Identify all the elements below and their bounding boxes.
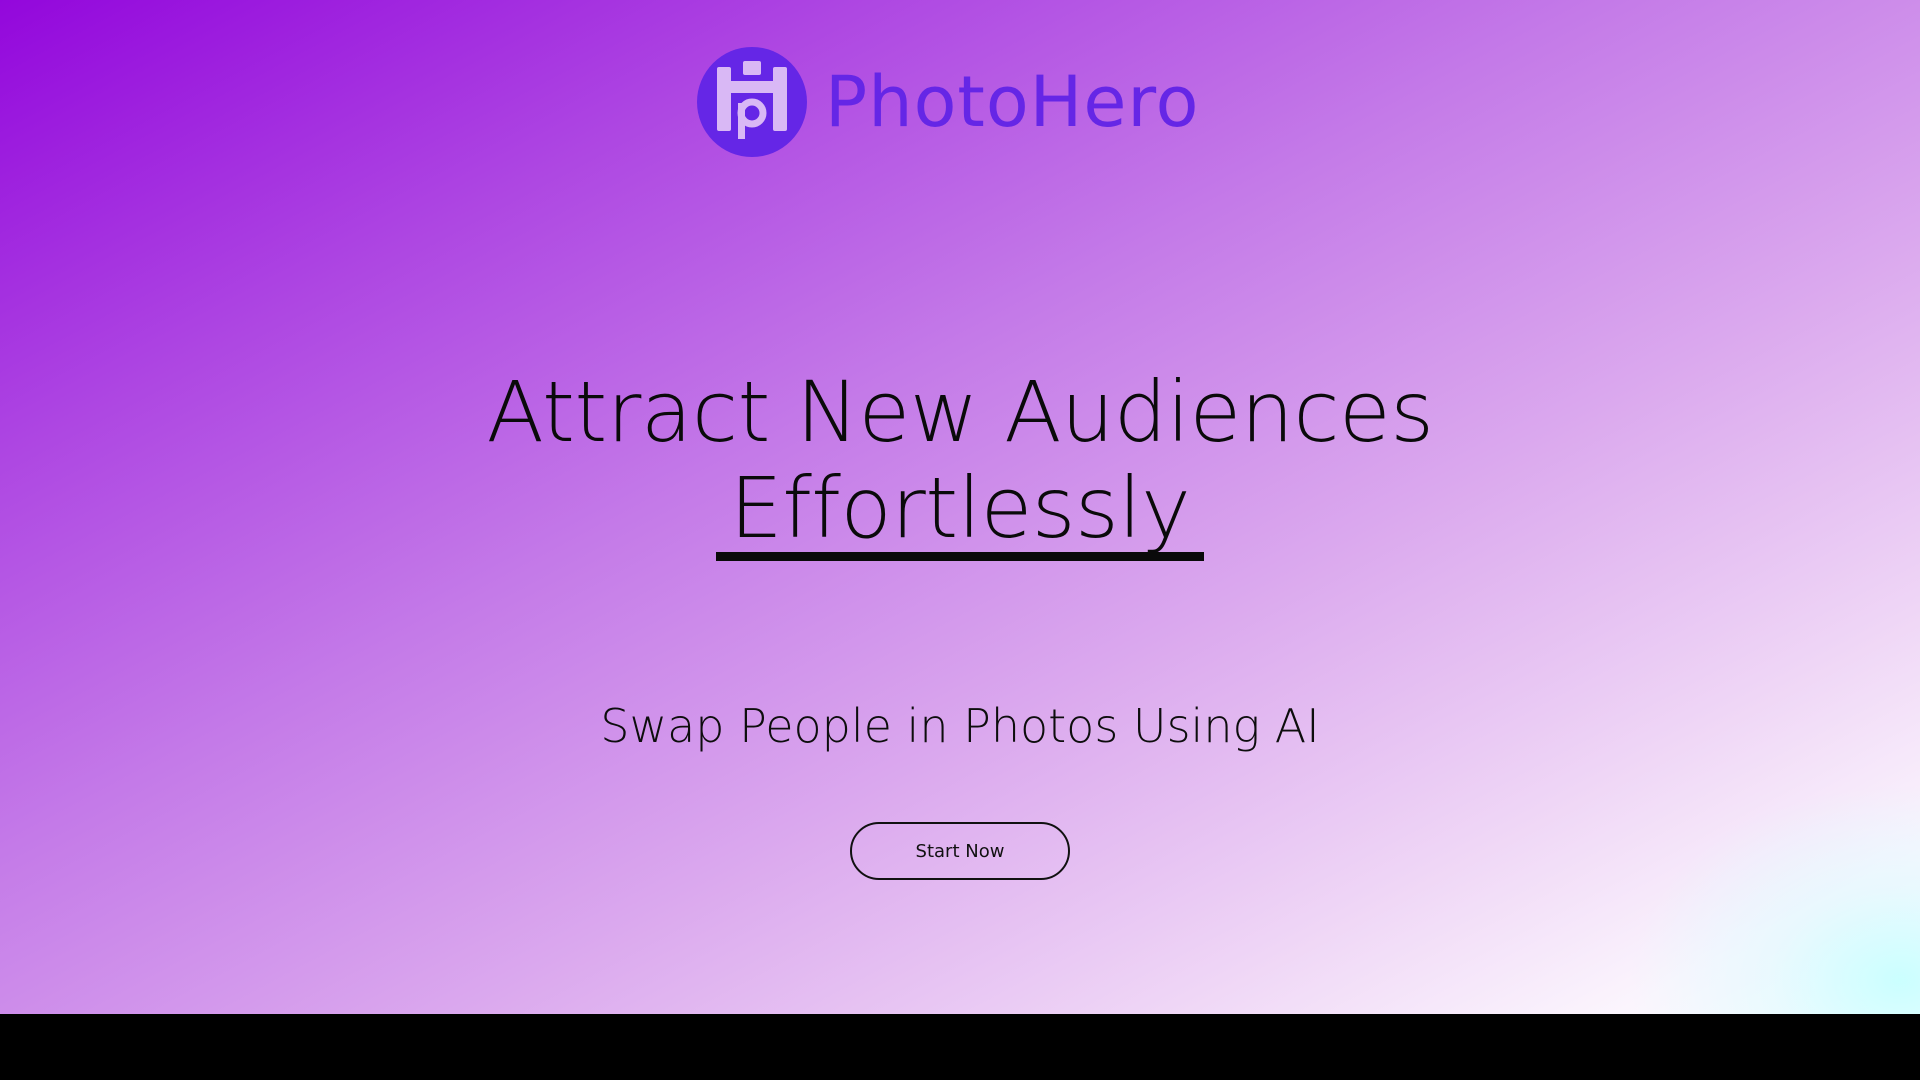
hero-headline: Attract New Audiences Effortlessly <box>0 364 1920 561</box>
headline-line-1: Attract New Audiences <box>486 363 1434 461</box>
headline-line-2: Effortlessly <box>715 464 1205 561</box>
brand-logo[interactable]: PhotoHero <box>697 47 1199 157</box>
brand-name: PhotoHero <box>825 61 1200 143</box>
photohero-logo-icon <box>697 47 807 157</box>
headline-line-2-wrap: Effortlessly <box>0 460 1920 561</box>
hero-section: PhotoHero Attract New Audiences Effortle… <box>0 0 1920 1014</box>
bottom-black-bar <box>0 1014 1920 1080</box>
hero-subheadline: Swap People in Photos Using AI <box>600 699 1320 753</box>
start-now-button[interactable]: Start Now <box>850 822 1070 880</box>
